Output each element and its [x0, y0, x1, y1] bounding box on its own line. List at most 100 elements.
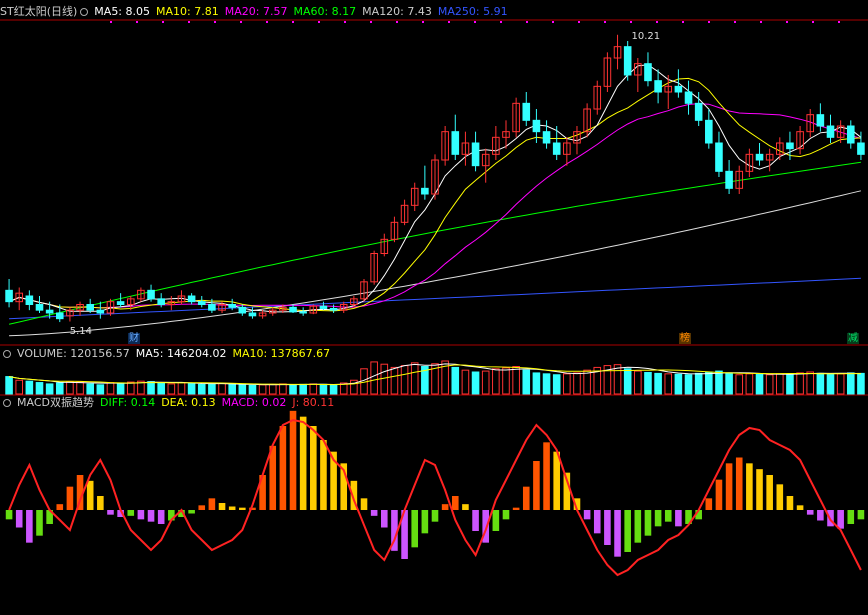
volume-bar	[106, 382, 115, 395]
volume-bar	[187, 382, 196, 395]
candle	[684, 80, 693, 115]
candle	[542, 120, 551, 149]
signal-dot	[344, 21, 346, 23]
signal-dot	[734, 21, 736, 23]
candle-body	[451, 131, 460, 155]
macd-histogram-bar	[137, 510, 145, 520]
candle	[776, 137, 784, 160]
macd-histogram-bar	[837, 510, 844, 529]
volume-bar	[228, 383, 236, 395]
volume-bar	[451, 366, 460, 395]
volume-bar	[552, 374, 561, 395]
candle-body	[86, 304, 94, 311]
volume-bar	[66, 381, 74, 395]
volume-bar	[735, 374, 744, 395]
candle	[715, 131, 723, 177]
candle	[431, 154, 439, 200]
candle	[512, 97, 520, 138]
volume-bar	[583, 369, 591, 395]
candle-body	[471, 142, 480, 167]
volume-bar	[644, 371, 652, 395]
macd-histogram-bar	[157, 510, 165, 524]
macd-histogram-bar	[431, 510, 439, 522]
volume-bar	[857, 372, 865, 395]
signal-dot	[682, 21, 684, 23]
candle	[796, 126, 804, 155]
candle	[400, 199, 409, 226]
macd-histogram-bar	[735, 457, 743, 510]
volume-bar	[116, 382, 125, 395]
macd-histogram-bar	[289, 410, 297, 510]
signal-dot	[500, 21, 502, 23]
volume-bar	[542, 373, 551, 395]
volume-bar	[5, 376, 13, 395]
stock-chart[interactable]: 10.21 5.14	[0, 0, 868, 615]
volume-bar	[725, 372, 733, 395]
candle-body	[857, 142, 865, 155]
volume-bar	[613, 364, 622, 395]
macd-histogram-bar	[66, 486, 74, 510]
volume-bar	[522, 369, 531, 395]
volume-bar	[218, 382, 226, 395]
macd-histogram-bar	[715, 479, 723, 510]
volume-bar	[563, 373, 571, 395]
volume-bar	[126, 381, 135, 395]
macd-histogram-bar	[5, 510, 13, 520]
volume-bar	[826, 373, 835, 395]
candle	[390, 216, 399, 243]
macd-histogram-bar	[725, 463, 733, 510]
candle-body	[786, 142, 794, 150]
volume-bar	[816, 372, 825, 395]
macd-histogram-bar	[310, 426, 317, 510]
macd-histogram-bar	[512, 507, 520, 510]
candle-body	[187, 295, 196, 303]
candle-body	[694, 102, 703, 121]
volume-bar	[157, 382, 165, 395]
macd-histogram-bar	[857, 510, 865, 520]
signal-dot	[214, 21, 216, 23]
volume-bar	[806, 371, 815, 395]
volume-bar	[309, 383, 318, 395]
macd-histogram-bar	[36, 510, 43, 536]
candle	[248, 307, 257, 319]
volume-bar	[86, 383, 94, 395]
macd-histogram-bar	[198, 505, 206, 510]
macd-histogram-bar	[299, 416, 307, 510]
candle	[765, 148, 774, 172]
macd-histogram-bar	[705, 498, 713, 510]
macd-histogram-bar	[533, 461, 540, 510]
macd-histogram-bar	[502, 510, 510, 520]
candle	[725, 160, 733, 194]
candle	[380, 233, 389, 257]
volume-bar	[400, 365, 409, 395]
signal-dot	[292, 21, 294, 23]
macd-histogram-bar	[370, 510, 378, 516]
signal-dot	[552, 21, 554, 23]
signal-dot	[630, 21, 632, 23]
signal-dot	[474, 21, 476, 23]
signal-dot	[110, 21, 112, 23]
candle	[846, 120, 855, 149]
signal-dot	[188, 21, 190, 23]
macd-histogram-bar	[634, 510, 642, 543]
macd-histogram-bar	[421, 510, 429, 534]
j-line	[8, 418, 862, 577]
volume-bar	[755, 373, 764, 395]
volume-bar	[390, 366, 399, 395]
macd-histogram-bar	[675, 510, 682, 527]
candle-body	[25, 295, 34, 305]
candle	[370, 250, 378, 285]
volume-bar	[167, 383, 176, 395]
signal-dot	[578, 21, 580, 23]
volume-bar	[715, 370, 723, 395]
volume-ma5-line	[9, 363, 861, 386]
candle-body	[846, 125, 855, 144]
macd-histogram-bar	[208, 498, 216, 510]
candle	[745, 148, 754, 177]
candle	[816, 103, 825, 132]
volume-bar	[289, 384, 297, 395]
macd-histogram-bar	[26, 510, 33, 543]
candle-body	[623, 46, 632, 76]
macd-histogram-bar	[604, 510, 611, 545]
candle-body	[542, 131, 551, 144]
